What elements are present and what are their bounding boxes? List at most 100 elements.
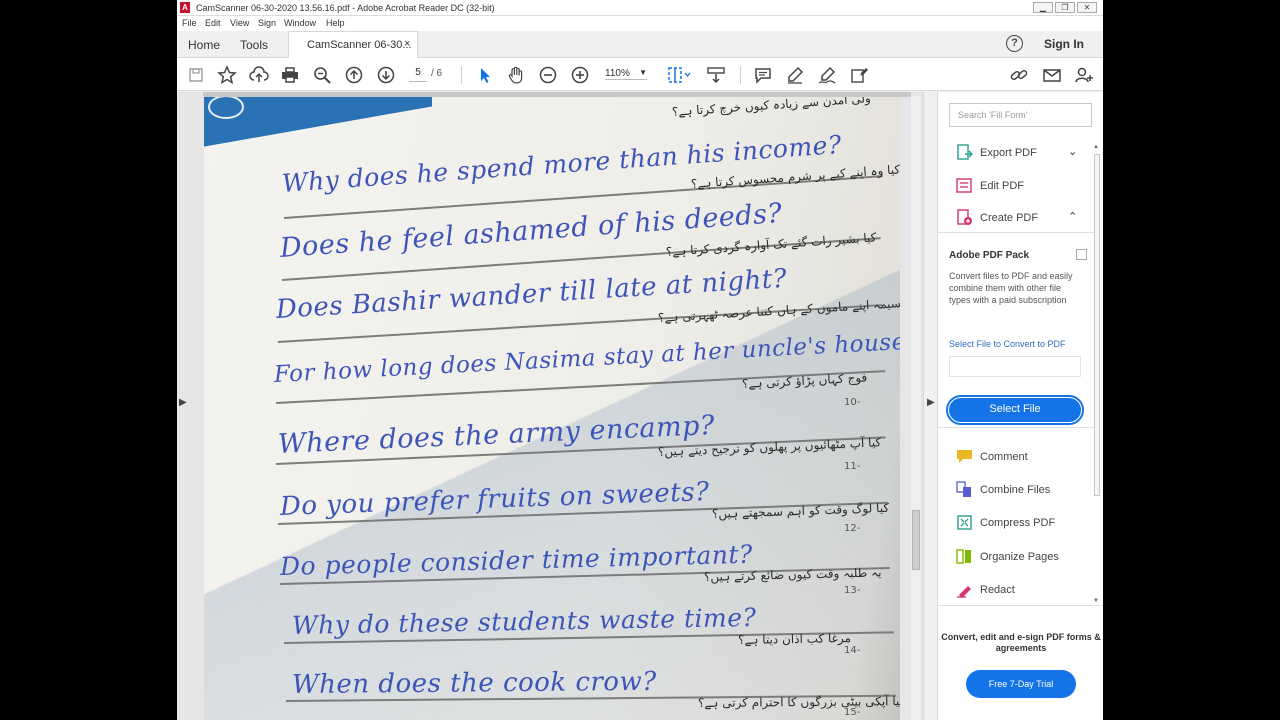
tab-home[interactable]: Home [188, 38, 220, 52]
menu-edit[interactable]: Edit [205, 18, 221, 28]
comment-icon[interactable] [753, 65, 773, 85]
fill-sign-icon[interactable] [849, 65, 869, 85]
redact-icon [957, 586, 971, 598]
email-icon[interactable] [1042, 65, 1062, 85]
scroll-down-icon[interactable]: ▼ [1093, 598, 1099, 604]
help-icon[interactable]: ? [1006, 35, 1023, 52]
tab-tools[interactable]: Tools [240, 38, 268, 52]
pdf-pack-panel: Adobe PDF Pack Convert files to PDF and … [938, 232, 1096, 428]
scrollbar-thumb[interactable] [1094, 154, 1100, 496]
tool-redact[interactable]: Redact [956, 580, 1096, 602]
question-number: 12- [844, 523, 861, 534]
restore-icon[interactable]: ❐ [1055, 2, 1075, 13]
minimize-icon[interactable]: ▁ [1033, 2, 1053, 13]
scroll-mode-icon[interactable] [706, 65, 726, 85]
tool-edit-pdf[interactable]: Edit PDF [956, 176, 1096, 198]
title-bar: A CamScanner 06-30-2020 13.56.16.pdf - A… [177, 0, 1103, 16]
menu-bar: File Edit View Sign Window Help [177, 16, 1103, 31]
highlight-pen-icon[interactable] [785, 65, 805, 85]
copy-icon[interactable] [1076, 249, 1087, 260]
tool-organize-pages[interactable]: Organize Pages [956, 547, 1096, 569]
select-cursor-icon[interactable] [475, 65, 495, 85]
window-title: CamScanner 06-30-2020 13.56.16.pdf - Ado… [196, 3, 495, 13]
create-pdf-icon [957, 209, 972, 225]
select-file-button[interactable]: Select File [946, 395, 1084, 425]
collapse-pane-icon[interactable]: ▶ [927, 397, 935, 408]
question-number: 11- [844, 461, 861, 472]
combine-files-icon [956, 481, 971, 497]
tool-label: Comment [980, 451, 1028, 463]
tool-label: Redact [980, 584, 1015, 596]
trial-promo-text: Convert, edit and e-sign PDF forms & agr… [941, 632, 1101, 653]
tool-label: Export PDF [980, 147, 1037, 159]
fit-page-icon[interactable] [666, 65, 692, 85]
chevron-down-icon[interactable]: ⌄ [1068, 145, 1077, 158]
question-number: 13- [844, 585, 861, 596]
save-icon[interactable] [186, 65, 206, 85]
right-pane-toggle[interactable]: ▶ [923, 92, 937, 720]
question-number: 14- [844, 645, 861, 656]
acrobat-app-icon: A [180, 2, 190, 13]
sign-icon[interactable] [817, 65, 837, 85]
tool-comment[interactable]: Comment [956, 447, 1096, 469]
menu-help[interactable]: Help [326, 18, 345, 28]
next-page-icon[interactable] [376, 65, 396, 85]
select-file-link[interactable]: Select File to Convert to PDF [949, 339, 1066, 349]
pack-description: Convert files to PDF and easily combine … [949, 271, 1073, 305]
compress-pdf-icon [957, 515, 972, 530]
question-number: 10- [844, 397, 861, 408]
toolbar: 5 / 6 110% ▼ [177, 58, 1103, 91]
chevron-up-icon[interactable]: ⌃ [1068, 210, 1077, 223]
tool-label: Combine Files [980, 484, 1051, 496]
close-icon[interactable]: ✕ [1077, 2, 1097, 13]
scroll-up-icon[interactable]: ▲ [1093, 144, 1099, 150]
tools-pane-scrollbar[interactable]: ▲ ▼ [1093, 144, 1101, 606]
menu-view[interactable]: View [230, 18, 249, 28]
tool-create-pdf[interactable]: Create PDF ⌃ [956, 208, 1096, 230]
zoom-dropdown[interactable]: 110% ▼ [605, 68, 647, 80]
prev-page-icon[interactable] [344, 65, 364, 85]
free-trial-button[interactable]: Free 7-Day Trial [966, 670, 1076, 698]
tool-combine-files[interactable]: Combine Files [956, 480, 1096, 502]
document-scrollbar[interactable] [911, 96, 921, 720]
tab-document[interactable]: CamScanner 06-30... × [288, 31, 418, 59]
zoom-value: 110% [605, 68, 630, 79]
tool-export-pdf[interactable]: Export PDF ⌄ [956, 143, 1096, 165]
pdf-page: ولی آمدن سے زیادہ کیوں خرچ کرتا ہے؟ کیا … [204, 97, 900, 720]
edit-pdf-icon [956, 178, 972, 193]
tools-pane: Search 'Fill Form' Export PDF ⌄ Edit PDF… [937, 92, 1103, 720]
scrollbar-thumb[interactable] [912, 510, 920, 570]
toolbar-divider [461, 66, 462, 84]
share-user-icon[interactable] [1074, 65, 1094, 85]
file-drop-field[interactable] [949, 356, 1081, 377]
star-icon[interactable] [217, 65, 237, 85]
chevron-down-icon: ▼ [639, 68, 647, 77]
hand-icon[interactable] [506, 65, 526, 85]
menu-window[interactable]: Window [284, 18, 316, 28]
zoom-search-icon[interactable] [312, 65, 332, 85]
export-pdf-icon [957, 144, 973, 160]
zoom-out-icon[interactable] [538, 65, 558, 85]
left-panel-toggle-icon[interactable]: ▶ [179, 397, 187, 408]
tool-label: Edit PDF [980, 180, 1025, 192]
page-number-input[interactable]: 5 [409, 67, 427, 82]
menu-sign[interactable]: Sign [258, 18, 276, 28]
upload-icon[interactable] [249, 65, 269, 85]
organize-pages-icon [956, 549, 971, 564]
close-tab-icon[interactable]: × [404, 38, 410, 50]
tab-bar: Home Tools CamScanner 06-30... × ? Sign … [177, 31, 1103, 59]
document-viewport[interactable]: ▶ ولی آمدن سے زیادہ کیوں خرچ کرتا ہے؟ کی… [177, 92, 923, 720]
menu-file[interactable]: File [182, 18, 197, 28]
toolbar-divider [740, 66, 741, 84]
link-icon[interactable] [1009, 65, 1029, 85]
zoom-in-icon[interactable] [570, 65, 590, 85]
question-number: 15- [844, 707, 861, 718]
urdu-line: مرغا کب اذان دیتا ہے؟ [737, 631, 852, 647]
sign-in-link[interactable]: Sign In [1044, 37, 1084, 51]
handwritten-answer: When does the cook crow? [291, 666, 657, 700]
comment-tool-icon [957, 450, 972, 463]
print-icon[interactable] [280, 65, 300, 85]
tool-label: Compress PDF [980, 517, 1056, 529]
tool-compress-pdf[interactable]: Compress PDF [956, 513, 1096, 535]
search-tools-input[interactable]: Search 'Fill Form' [949, 103, 1092, 127]
